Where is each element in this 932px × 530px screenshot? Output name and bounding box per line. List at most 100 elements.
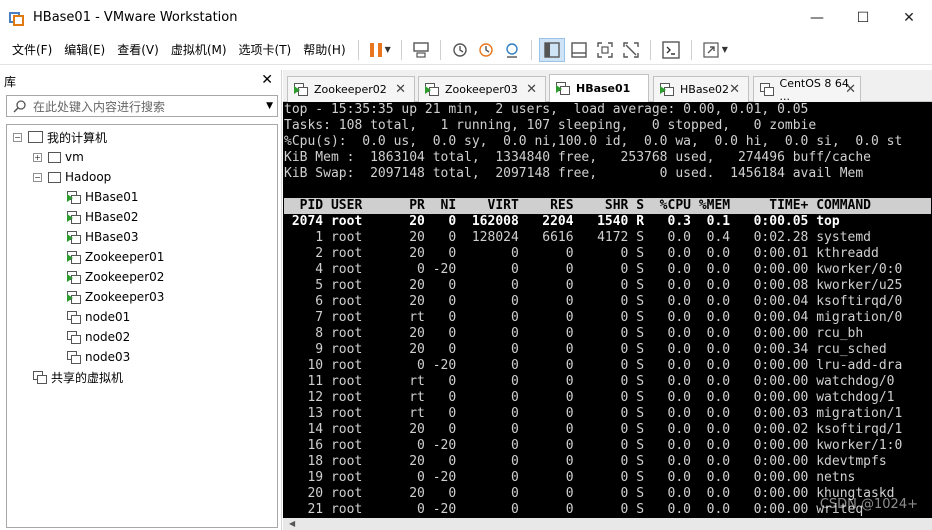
revert-snapshot-button[interactable] — [474, 38, 498, 62]
process-row: 21 root 0 -20 0 0 0 S 0.0 0.0 0:00.00 wr… — [284, 502, 864, 517]
computer-icon — [28, 131, 43, 143]
tree-item-hbase01[interactable]: HBase01 — [67, 187, 139, 207]
vm-running-icon — [294, 83, 308, 96]
tree-item-label: 共享的虚拟机 — [51, 370, 124, 385]
console-icon — [662, 40, 680, 59]
tree-item-my-computer[interactable]: − 我的计算机 — [13, 127, 107, 147]
process-row: 16 root 0 -20 0 0 0 S 0.0 0.0 0:00.00 kw… — [284, 438, 903, 453]
vm-console-screen[interactable]: top - 15:35:35 up 21 min, 2 users, load … — [283, 102, 932, 518]
tab-close-icon[interactable]: ✕ — [395, 82, 406, 97]
process-row: 20 root 20 0 0 0 0 S 0.0 0.0 0:00.00 khu… — [284, 486, 895, 501]
full-screen-button[interactable] — [593, 38, 617, 62]
collapse-icon[interactable]: − — [13, 132, 22, 142]
tree-item-vm[interactable]: + vm — [33, 147, 84, 167]
tree-item-hbase02[interactable]: HBase02 — [67, 207, 139, 227]
collapse-icon[interactable]: − — [33, 172, 42, 182]
tree-item-node03[interactable]: node03 — [67, 347, 130, 367]
process-row: 7 root rt 0 0 0 0 S 0.0 0.0 0:00.04 migr… — [284, 310, 903, 325]
tab-label: HBase01 — [576, 82, 631, 95]
tree-item-hbase03[interactable]: HBase03 — [67, 227, 139, 247]
process-row: 8 root 20 0 0 0 0 S 0.0 0.0 0:00.00 rcu_… — [284, 326, 864, 341]
top-summary-line: %Cpu(s): 0.0 us, 0.0 sy, 0.0 ni,100.0 id… — [284, 134, 903, 149]
full-screen-icon — [597, 41, 613, 58]
tree-item-node02[interactable]: node02 — [67, 327, 130, 347]
library-title: 库 — [4, 74, 17, 89]
menu-file[interactable]: 文件(F) — [6, 39, 58, 61]
menu-help[interactable]: 帮助(H) — [297, 39, 351, 61]
tree-item-zookeeper02[interactable]: Zookeeper02 — [67, 267, 164, 287]
process-row: 10 root 0 -20 0 0 0 S 0.0 0.0 0:00.00 lr… — [284, 358, 903, 373]
menu-tabs[interactable]: 选项卡(T) — [233, 39, 298, 61]
vm-running-icon — [556, 82, 570, 95]
tree-item-hadoop[interactable]: − Hadoop — [33, 167, 111, 187]
process-row: 12 root rt 0 0 0 0 S 0.0 0.0 0:00.00 wat… — [284, 390, 895, 405]
expand-icon[interactable]: + — [33, 152, 42, 162]
show-library-button[interactable] — [538, 37, 565, 62]
snapshot-clock-icon — [453, 42, 467, 57]
library-close-icon[interactable]: ✕ — [261, 72, 273, 88]
process-row: 18 root 20 0 0 0 0 S 0.0 0.0 0:00.00 kde… — [284, 454, 887, 469]
library-panel: 库 ✕ 在此处键入内容进行搜索 ▼ − 我的计算机 + vm − Hadoop … — [0, 70, 282, 530]
menu-vm[interactable]: 虚拟机(M) — [165, 39, 233, 61]
stretch-guest-button[interactable]: ▼ — [699, 38, 731, 62]
tree-item-label: HBase03 — [85, 230, 139, 244]
maximize-button[interactable]: ☐ — [840, 0, 886, 35]
thumbnail-view-icon — [571, 41, 587, 58]
pause-icon — [369, 42, 382, 57]
tab-hbase01[interactable]: HBase01 — [549, 74, 649, 102]
tree-item-label: Hadoop — [65, 170, 112, 184]
tab-close-icon[interactable]: ✕ — [845, 82, 856, 97]
menu-view[interactable]: 查看(V) — [111, 39, 165, 61]
snapshot-manager-icon — [506, 42, 518, 58]
tree-item-node01[interactable]: node01 — [67, 307, 130, 327]
chevron-down-icon[interactable]: ▼ — [385, 45, 391, 54]
tab-hbase02[interactable]: HBase02 ✕ — [653, 76, 749, 102]
tree-item-label: node02 — [85, 330, 131, 344]
chevron-down-icon[interactable]: ▼ — [722, 45, 728, 54]
horizontal-scrollbar[interactable]: ◀ — [283, 518, 932, 530]
watermark-text: CSDN @1024+ — [819, 497, 918, 512]
vm-tab-bar: Zookeeper02 ✕ Zookeeper03 ✕ HBase01 HBas… — [283, 70, 932, 103]
revert-snapshot-icon — [479, 42, 493, 57]
tab-zookeeper02[interactable]: Zookeeper02 ✕ — [287, 76, 415, 102]
process-row: 2074 root 20 0 162008 2204 1540 R 0.3 0.… — [284, 214, 840, 229]
vm-running-icon — [425, 83, 439, 96]
process-row: 6 root 20 0 0 0 0 S 0.0 0.0 0:00.04 ksof… — [284, 294, 903, 309]
process-row: 11 root rt 0 0 0 0 S 0.0 0.0 0:00.00 wat… — [284, 374, 895, 389]
title-bar: HBase01 - VMware Workstation — ☐ ✕ — [0, 0, 932, 35]
tab-centos8[interactable]: CentOS 8 64 ... ✕ — [753, 76, 861, 103]
tab-close-icon[interactable]: ✕ — [526, 82, 537, 97]
library-tree: − 我的计算机 + vm − Hadoop HBase01 HBase02 HB… — [6, 124, 278, 528]
menu-edit[interactable]: 编辑(E) — [58, 39, 111, 61]
tree-item-label: vm — [65, 150, 84, 164]
tree-item-label: Zookeeper03 — [85, 290, 165, 304]
tab-zookeeper03[interactable]: Zookeeper03 ✕ — [418, 76, 546, 102]
tree-item-shared-vms[interactable]: 共享的虚拟机 — [33, 367, 123, 387]
tab-label: HBase02 — [680, 83, 730, 96]
chevron-down-icon[interactable]: ▼ — [266, 101, 273, 111]
top-summary-line: KiB Swap: 2097148 total, 2097148 free, 0… — [284, 166, 864, 181]
scroll-left-icon[interactable]: ◀ — [289, 519, 295, 528]
console-view-button[interactable] — [658, 38, 684, 62]
library-search-input[interactable]: 在此处键入内容进行搜索 ▼ — [6, 95, 278, 117]
tab-close-icon[interactable]: ✕ — [729, 82, 740, 97]
vm-running-icon — [67, 250, 81, 264]
tree-item-label: HBase01 — [85, 190, 139, 204]
close-button[interactable]: ✕ — [886, 0, 932, 35]
toolbar-separator — [530, 39, 532, 60]
send-ctrl-alt-del-button[interactable] — [409, 38, 433, 62]
minimize-button[interactable]: — — [794, 0, 840, 35]
top-summary-line: top - 15:35:35 up 21 min, 2 users, load … — [284, 102, 809, 117]
top-summary-line: Tasks: 108 total, 1 running, 107 sleepin… — [284, 118, 817, 133]
toolbar-separator — [690, 39, 692, 60]
process-row: 13 root rt 0 0 0 0 S 0.0 0.0 0:00.03 mig… — [284, 406, 903, 421]
vm-running-icon — [67, 210, 81, 224]
snapshot-manager-button[interactable] — [500, 38, 524, 62]
tree-item-zookeeper03[interactable]: Zookeeper03 — [67, 287, 164, 307]
unity-button[interactable] — [619, 38, 643, 62]
tree-item-label: Zookeeper02 — [85, 270, 165, 284]
pause-button[interactable]: ▼ — [366, 38, 394, 62]
tree-item-zookeeper01[interactable]: Zookeeper01 — [67, 247, 164, 267]
snapshot-button[interactable] — [448, 38, 472, 62]
thumbnail-bar-button[interactable] — [567, 38, 591, 62]
